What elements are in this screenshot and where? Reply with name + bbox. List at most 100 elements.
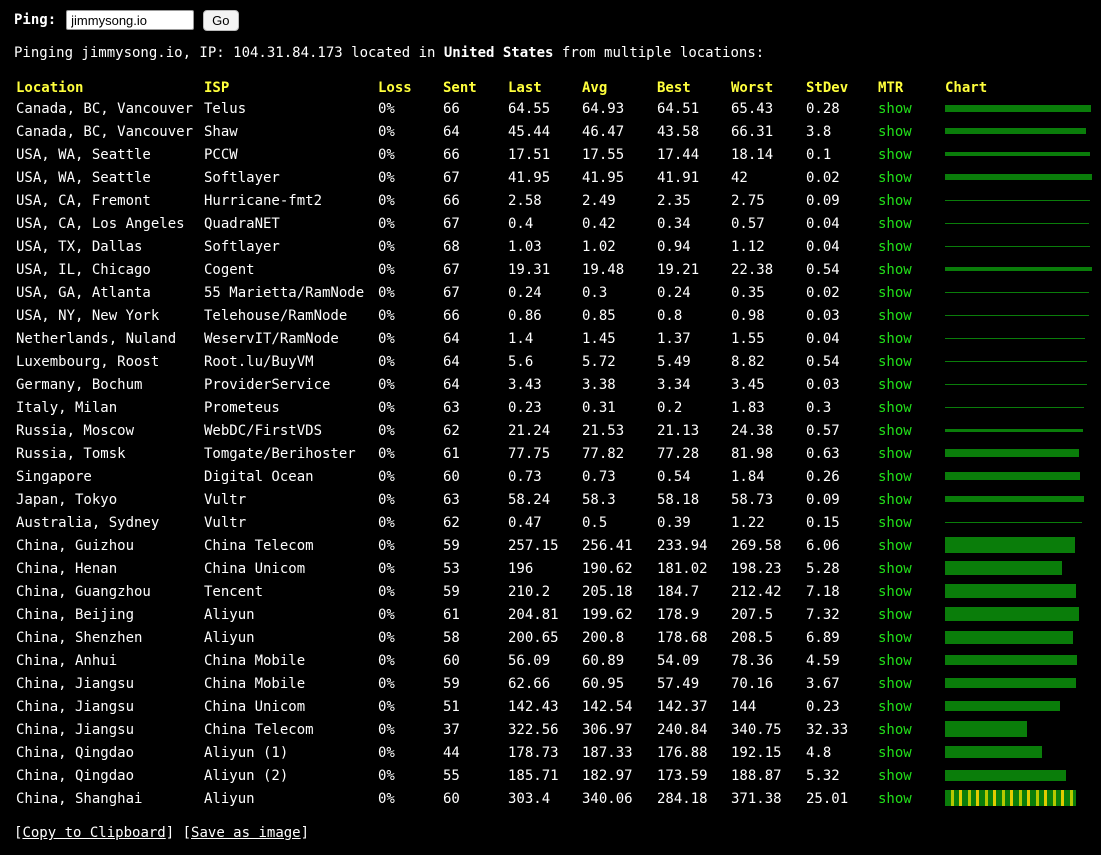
cell-stdev: 0.09 — [806, 192, 840, 209]
cell-avg: 46.47 — [582, 123, 625, 140]
cell-avg: 0.85 — [582, 307, 616, 324]
mtr-show-link[interactable]: show — [876, 212, 943, 235]
go-button[interactable]: Go — [203, 9, 239, 31]
cell-last: 77.75 — [508, 445, 551, 462]
mtr-show-link[interactable]: show — [876, 580, 943, 603]
cell-last: 0.4 — [508, 215, 534, 232]
cell-last: 3.43 — [508, 376, 542, 393]
cell-sent: 44 — [443, 744, 460, 761]
mtr-show-link[interactable]: show — [876, 442, 943, 465]
latency-bar — [945, 472, 1080, 480]
cell-isp: Digital Ocean — [204, 468, 314, 485]
mtr-show-link[interactable]: show — [876, 350, 943, 373]
mtr-show-link[interactable]: show — [876, 534, 943, 557]
cell-loss: 0% — [378, 629, 395, 646]
cell-chart — [943, 97, 1095, 120]
host-input[interactable] — [66, 10, 195, 30]
cell-isp: Cogent — [204, 261, 255, 278]
cell-chart — [943, 258, 1095, 281]
cell-worst: 8.82 — [731, 353, 765, 370]
table-row: China, Jiangsu China Mobile 0% 59 62.66 60.95… — [14, 672, 1095, 695]
cell-avg: 21.53 — [582, 422, 625, 439]
mtr-show-link[interactable]: show — [876, 741, 943, 764]
cell-loss: 0% — [378, 560, 395, 577]
cell-worst: 1.12 — [731, 238, 765, 255]
mtr-show-link[interactable]: show — [876, 97, 943, 120]
cell-chart — [943, 580, 1095, 603]
cell-chart — [943, 603, 1095, 626]
mtr-show-link[interactable]: show — [876, 511, 943, 534]
cell-location: China, Shanghai — [16, 790, 143, 807]
latency-bar — [945, 383, 1087, 385]
mtr-show-link[interactable]: show — [876, 235, 943, 258]
mtr-show-link[interactable]: show — [876, 649, 943, 672]
latency-bar — [945, 496, 1084, 502]
cell-avg: 0.5 — [582, 514, 608, 531]
mtr-show-link[interactable]: show — [876, 304, 943, 327]
cell-chart — [943, 741, 1095, 764]
table-row: Japan, Tokyo Vultr 0% 63 58.24 58.3 58.18 58.73… — [14, 488, 1095, 511]
cell-best: 181.02 — [657, 560, 708, 577]
cell-loss: 0% — [378, 652, 395, 669]
cell-chart — [943, 373, 1095, 396]
cell-avg: 0.73 — [582, 468, 616, 485]
mtr-show-link[interactable]: show — [876, 327, 943, 350]
mtr-show-link[interactable]: show — [876, 166, 943, 189]
cell-location: USA, CA, Los Angeles — [16, 215, 185, 232]
cell-stdev: 0.57 — [806, 422, 840, 439]
cell-avg: 1.45 — [582, 330, 616, 347]
ping-form: Ping: Go — [14, 9, 239, 31]
mtr-show-link[interactable]: show — [876, 718, 943, 741]
cell-loss: 0% — [378, 169, 395, 186]
mtr-show-link[interactable]: show — [876, 281, 943, 304]
cell-loss: 0% — [378, 537, 395, 554]
mtr-show-link[interactable]: show — [876, 189, 943, 212]
mtr-show-link[interactable]: show — [876, 626, 943, 649]
table-row: USA, CA, Los Angeles QuadraNET 0% 67 0.4 0.42… — [14, 212, 1095, 235]
mtr-show-link[interactable]: show — [876, 396, 943, 419]
cell-stdev: 7.32 — [806, 606, 840, 623]
cell-best: 240.84 — [657, 721, 708, 738]
table-row: China, Shenzhen Aliyun 0% 58 200.65 200.8 178.… — [14, 626, 1095, 649]
cell-worst: 24.38 — [731, 422, 774, 439]
cell-stdev: 0.54 — [806, 353, 840, 370]
mtr-show-link[interactable]: show — [876, 787, 943, 810]
table-row: Luxembourg, Roost Root.lu/BuyVM 0% 64 5.6 5.7… — [14, 350, 1095, 373]
mtr-show-link[interactable]: show — [876, 120, 943, 143]
cell-last: 210.2 — [508, 583, 551, 600]
mtr-show-link[interactable]: show — [876, 557, 943, 580]
cell-avg: 58.3 — [582, 491, 616, 508]
cell-last: 0.24 — [508, 284, 542, 301]
cell-sent: 64 — [443, 123, 460, 140]
cell-worst: 208.5 — [731, 629, 774, 646]
mtr-show-link[interactable]: show — [876, 258, 943, 281]
copy-to-clipboard-link[interactable]: Copy to Clipboard — [22, 825, 165, 841]
mtr-show-link[interactable]: show — [876, 373, 943, 396]
cell-avg: 3.38 — [582, 376, 616, 393]
mtr-show-link[interactable]: show — [876, 488, 943, 511]
cell-avg: 205.18 — [582, 583, 633, 600]
cell-avg: 1.02 — [582, 238, 616, 255]
mtr-show-link[interactable]: show — [876, 143, 943, 166]
cell-stdev: 7.18 — [806, 583, 840, 600]
cell-location: USA, WA, Seattle — [16, 146, 151, 163]
mtr-show-link[interactable]: show — [876, 465, 943, 488]
mtr-show-link[interactable]: show — [876, 764, 943, 787]
ping-label: Ping: — [14, 12, 57, 28]
mtr-show-link[interactable]: show — [876, 695, 943, 718]
save-as-image-link[interactable]: Save as image — [191, 825, 301, 841]
mtr-show-link[interactable]: show — [876, 672, 943, 695]
cell-best: 54.09 — [657, 652, 700, 669]
cell-worst: 65.43 — [731, 100, 774, 117]
table-row: Germany, Bochum ProviderService 0% 64 3.43 3.… — [14, 373, 1095, 396]
cell-last: 64.55 — [508, 100, 551, 117]
mtr-show-link[interactable]: show — [876, 419, 943, 442]
latency-bar — [945, 337, 1085, 339]
cell-last: 1.4 — [508, 330, 534, 347]
mtr-show-link[interactable]: show — [876, 603, 943, 626]
cell-isp: Aliyun (1) — [204, 744, 289, 761]
cell-loss: 0% — [378, 445, 395, 462]
cell-stdev: 0.1 — [806, 146, 832, 163]
col-mtr: MTR — [878, 80, 904, 96]
cell-sent: 51 — [443, 698, 460, 715]
